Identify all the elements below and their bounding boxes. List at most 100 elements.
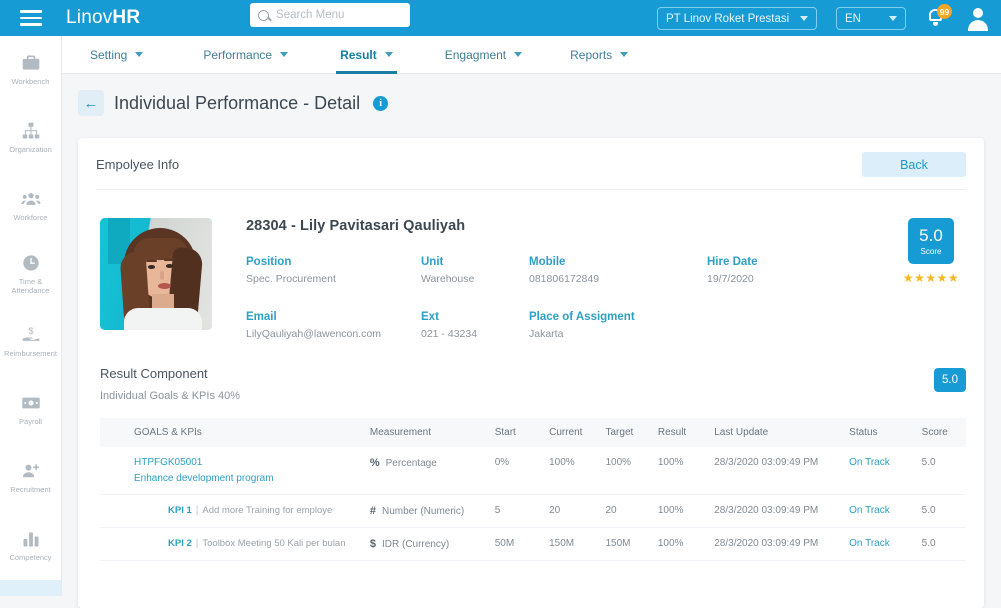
chevron-down-icon: [280, 52, 289, 57]
field-ext: Ext 021 - 43234: [421, 311, 529, 340]
nav-item-engagment[interactable]: Engagment: [441, 36, 526, 74]
sidebar-item-time-attendance[interactable]: Time & Attendance: [0, 240, 61, 308]
field-value: Warehouse: [421, 273, 475, 285]
back-button[interactable]: Back: [862, 152, 966, 177]
field-place-of-assigment: Place of Assigment Jakarta: [529, 311, 707, 340]
page-content: ← Individual Performance - Detail i Empo…: [62, 74, 1001, 608]
svg-text:$: $: [28, 326, 33, 336]
card-header: Empolyee Info Back: [78, 138, 984, 177]
cell-target: 150M: [605, 538, 631, 549]
sidebar-item-payroll[interactable]: Payroll: [0, 376, 61, 444]
user-avatar-icon[interactable]: [966, 6, 990, 31]
field-label: Unit: [421, 256, 444, 268]
sidebar-item-reimbursement[interactable]: $ Reimbursement: [0, 308, 61, 376]
nav-item-reports[interactable]: Reports: [566, 36, 632, 74]
page-titlebar: ← Individual Performance - Detail i: [62, 74, 1001, 116]
cell-score: 5.0: [921, 505, 936, 516]
company-selector[interactable]: PT Linov Roket Prestasi: [657, 7, 817, 30]
column-header-measurement: Measurement: [369, 427, 431, 438]
avatar-body-shape: [968, 20, 988, 31]
table-body: HTPFGK05001 Enhance development program …: [100, 447, 966, 561]
search-input[interactable]: [276, 9, 396, 21]
cell-last-update: 28/3/2020 03:09:49 PM: [714, 538, 819, 549]
language-selector[interactable]: EN: [836, 7, 906, 30]
nav-item-label: Engagment: [444, 47, 507, 62]
cell-start: 0%: [494, 457, 510, 468]
app-logo: LinovHR: [66, 7, 140, 29]
field-value: Jakarta: [529, 328, 564, 340]
kpi-tag[interactable]: KPI 1: [168, 505, 192, 516]
field-mobile: Mobile 081806172849: [529, 256, 707, 285]
cell-goal[interactable]: KPI 1 | Add more Training for employe: [100, 495, 370, 528]
score-badge: 5.0 Score: [908, 218, 954, 264]
sidebar-item-label: Competency: [9, 553, 52, 563]
cell-current: 100%: [549, 457, 575, 468]
hand-money-icon: $: [20, 325, 42, 345]
kpi-tag[interactable]: KPI 2: [168, 538, 192, 549]
chevron-down-icon: [514, 52, 523, 57]
status-badge: On Track: [849, 505, 890, 516]
sidebar-item-performance[interactable]: Performance: [0, 580, 61, 596]
page-title: Individual Performance - Detail: [114, 92, 361, 113]
goals-kpi-table: GOALS & KPIs Measurement Start Current T…: [100, 418, 966, 561]
result-component-score-badge: 5.0: [934, 368, 966, 392]
photo-eye-right: [166, 264, 173, 268]
field-label: Place of Assigment: [529, 311, 635, 323]
field-label: Ext: [421, 311, 439, 323]
table-header-row: GOALS & KPIs Measurement Start Current T…: [100, 418, 966, 447]
goal-code[interactable]: HTPFGK05001: [134, 457, 370, 468]
photo-eye-left: [148, 265, 155, 269]
sidebar-item-recruitment[interactable]: Recruitment: [0, 444, 61, 512]
field-empty: [707, 311, 966, 340]
field-label: Position: [246, 256, 292, 268]
nav-item-setting[interactable]: Setting: [86, 36, 147, 74]
goals-kpi-table-wrapper: GOALS & KPIs Measurement Start Current T…: [100, 418, 966, 561]
info-icon[interactable]: i: [373, 95, 389, 111]
main-nav-menu: Setting Performance Result Engagment Rep…: [62, 36, 1001, 74]
table-row[interactable]: KPI 2 | Toolbox Meeting 50 Kali per bulan …: [100, 528, 966, 561]
currency-icon: $: [369, 538, 376, 550]
nav-item-result[interactable]: Result: [336, 36, 397, 74]
hamburger-menu-icon[interactable]: [0, 0, 62, 36]
sidebar-item-label: Reimbursement: [4, 349, 57, 359]
column-header-current: Current: [549, 427, 583, 438]
people-group-icon: [20, 189, 42, 209]
goal-description[interactable]: Enhance development program: [134, 473, 370, 484]
cell-goal[interactable]: HTPFGK05001 Enhance development program: [100, 447, 370, 495]
status-badge: On Track: [849, 457, 890, 468]
back-arrow-icon[interactable]: ←: [78, 90, 104, 116]
banknote-icon: [20, 393, 42, 413]
status-badge: On Track: [849, 538, 890, 549]
column-header-target: Target: [605, 427, 634, 438]
sidebar-item-competency[interactable]: Competency: [0, 512, 61, 580]
cell-result: 100%: [657, 457, 684, 468]
chevron-down-icon: [384, 52, 393, 57]
result-component-title: Result Component: [100, 366, 208, 381]
cell-measurement: % Percentage: [370, 447, 495, 495]
cell-last-update: 28/3/2020 03:09:49 PM: [714, 457, 819, 468]
notifications-button[interactable]: 99: [925, 4, 952, 30]
org-chart-icon: [20, 121, 42, 141]
sidebar-item-workforce[interactable]: Workforce: [0, 172, 61, 240]
employee-field-grid: Position Spec. Procurement Unit Warehous…: [246, 256, 966, 340]
cell-start: 50M: [494, 538, 515, 549]
nav-item-label: Reports: [570, 47, 613, 62]
score-value: 5.0: [919, 225, 943, 245]
cell-goal[interactable]: KPI 2 | Toolbox Meeting 50 Kali per bulan: [100, 528, 370, 561]
sidebar-item-label: Recruitment: [10, 485, 51, 495]
kpi-description: Add more Training for employe: [202, 505, 333, 516]
cell-measurement: # Number (Numeric): [370, 495, 495, 528]
sidebar-item-workbench[interactable]: Workbench: [0, 36, 61, 104]
field-value: 021 - 43234: [421, 328, 478, 340]
nav-item-performance[interactable]: Performance: [199, 36, 292, 74]
cell-score: 5.0: [921, 457, 936, 468]
table-row[interactable]: HTPFGK05001 Enhance development program …: [100, 447, 966, 495]
sidebar-item-organization[interactable]: Organization: [0, 104, 61, 172]
search-bar[interactable]: [250, 3, 410, 27]
star-rating: ★★★★★: [902, 271, 960, 285]
cell-measurement: $ IDR (Currency): [370, 528, 495, 561]
clock-icon: [20, 253, 42, 273]
number-icon: #: [369, 505, 376, 517]
table-row[interactable]: KPI 1 | Add more Training for employe # Num…: [100, 495, 966, 528]
cell-result: 100%: [657, 505, 684, 516]
